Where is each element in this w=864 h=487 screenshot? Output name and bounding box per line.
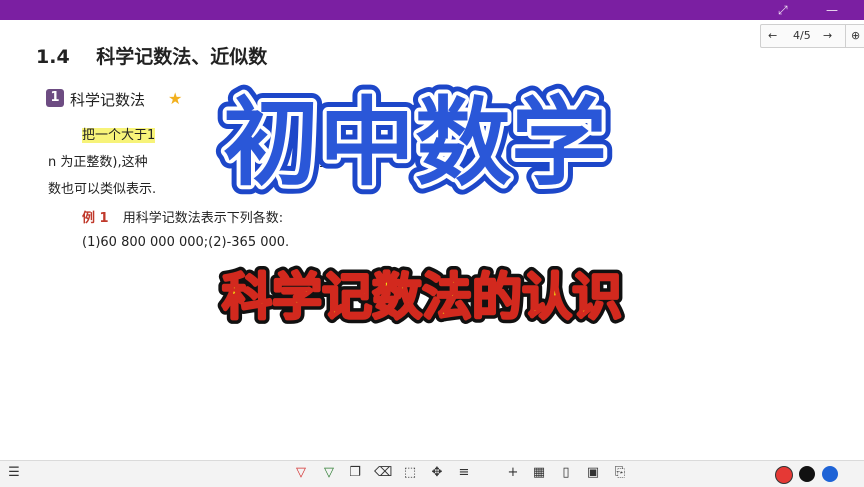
- main-title-overlay: 初中数学 初中数学 初中数学: [214, 80, 616, 200]
- save-icon[interactable]: ▣: [585, 465, 601, 481]
- main-title: 初中数学: [223, 87, 607, 199]
- paragraph-line-3: 数也可以类似表示.: [48, 182, 157, 197]
- example-label: 例 1: [82, 211, 109, 226]
- sliders-icon[interactable]: ≡: [456, 465, 472, 481]
- bottom-toolbar: ☰ ▽ ▽ ❐ ⌫ ⬚ ✥ ≡ + ▦ ▯ ▣ ⎘: [0, 460, 864, 487]
- color-swatch-blue[interactable]: [822, 466, 838, 482]
- section-number: 1.4: [36, 46, 70, 68]
- grid-icon[interactable]: ▦: [531, 465, 547, 481]
- move-icon[interactable]: ✥: [429, 465, 445, 481]
- section-heading: 1.4 科学记数法、近似数: [36, 42, 267, 69]
- subsection-title: 科学记数法: [70, 91, 146, 109]
- title-bar: ⤢ —: [0, 0, 864, 20]
- subtitle-text: 科学记数法的认识: [222, 268, 622, 326]
- text-fragment: n 为正整数),这种: [48, 155, 148, 170]
- menu-icon[interactable]: ☰: [6, 465, 22, 481]
- example-items: (1)60 800 000 000;(2)-365 000.: [82, 235, 290, 250]
- pen-green-icon[interactable]: ▽: [321, 465, 337, 481]
- color-swatch-black[interactable]: [799, 466, 815, 482]
- pen-red-icon[interactable]: ▽: [293, 465, 309, 481]
- add-icon[interactable]: +: [505, 465, 521, 481]
- lasso-select-icon[interactable]: ⬚: [402, 465, 418, 481]
- page-icon[interactable]: ▯: [558, 465, 574, 481]
- highlight-text: 把一个大于1: [82, 128, 156, 143]
- expand-icon[interactable]: ⤢: [778, 2, 788, 18]
- section-title: 科学记数法、近似数: [96, 46, 268, 68]
- example-line: 例 1 用科学记数法表示下列各数:: [82, 207, 283, 226]
- subsection-number: 1: [46, 89, 64, 107]
- eraser-icon[interactable]: ⌫: [374, 465, 392, 481]
- example-text: 用科学记数法表示下列各数:: [122, 211, 284, 226]
- close-icon[interactable]: —: [826, 2, 838, 18]
- subtitle-overlay: 科学记数法的认识 科学记数法的认识: [217, 263, 627, 331]
- export-icon[interactable]: ⎘: [612, 465, 628, 481]
- color-swatch-red[interactable]: [775, 466, 793, 484]
- copy-icon[interactable]: ❐: [347, 465, 363, 481]
